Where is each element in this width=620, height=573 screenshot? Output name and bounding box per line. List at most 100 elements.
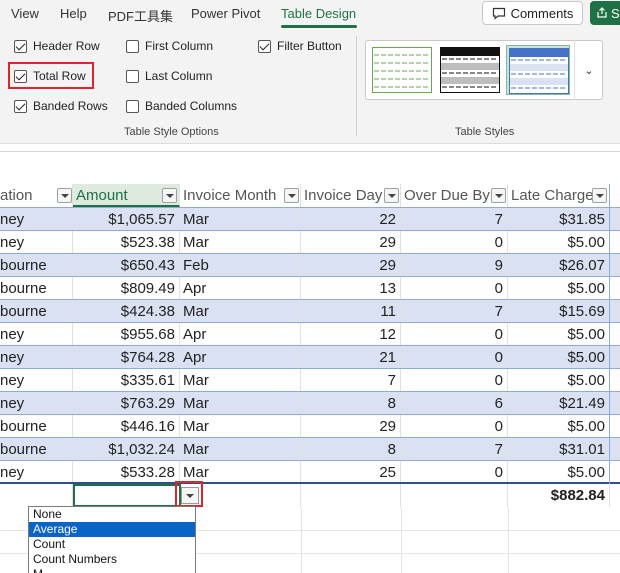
cell-invoice-day[interactable]: 22 bbox=[301, 208, 401, 231]
cell-late-charge[interactable]: $26.07 bbox=[508, 254, 610, 277]
banded-columns-checkbox[interactable] bbox=[126, 99, 139, 113]
cell-invoice-day[interactable]: 12 bbox=[301, 323, 401, 346]
cell-over-due-by[interactable]: 0 bbox=[401, 369, 508, 392]
tab-help[interactable]: Help bbox=[60, 6, 87, 21]
header-row-checkbox[interactable] bbox=[14, 39, 27, 53]
banded-rows-option[interactable]: Banded Rows bbox=[14, 99, 108, 113]
total-cell-day[interactable] bbox=[301, 484, 401, 507]
table-style-blue[interactable] bbox=[506, 45, 570, 95]
cell-location[interactable]: ney bbox=[0, 208, 73, 231]
cell-invoice-month[interactable]: Mar bbox=[180, 208, 301, 231]
cell-late-charge[interactable]: $5.00 bbox=[508, 415, 610, 438]
cell-invoice-day[interactable]: 29 bbox=[301, 415, 401, 438]
last-column-checkbox[interactable] bbox=[126, 69, 139, 83]
cell-over-due-by[interactable]: 0 bbox=[401, 346, 508, 369]
cell-invoice-month[interactable]: Apr bbox=[180, 277, 301, 300]
cell-late-charge[interactable]: $5.00 bbox=[508, 231, 610, 254]
cell-over-due-by[interactable]: 0 bbox=[401, 231, 508, 254]
option-count-numbers[interactable]: Count Numbers bbox=[29, 552, 195, 567]
cell-invoice-month[interactable]: Mar bbox=[180, 231, 301, 254]
cell-invoice-day[interactable]: 8 bbox=[301, 438, 401, 461]
total-cell-due[interactable] bbox=[401, 484, 508, 507]
cell-invoice-day[interactable]: 7 bbox=[301, 369, 401, 392]
filter-invoice-month-icon[interactable] bbox=[284, 188, 299, 203]
cell-amount[interactable]: $446.16 bbox=[73, 415, 180, 438]
cell-over-due-by[interactable]: 6 bbox=[401, 392, 508, 415]
gallery-more-button[interactable]: ⌄ bbox=[574, 40, 603, 100]
cell-over-due-by[interactable]: 0 bbox=[401, 323, 508, 346]
cell-amount[interactable]: $1,065.57 bbox=[73, 208, 180, 231]
cell-late-charge[interactable]: $5.00 bbox=[508, 461, 610, 484]
cell-location[interactable]: ney bbox=[0, 392, 73, 415]
cell-over-due-by[interactable]: 0 bbox=[401, 415, 508, 438]
tab-view[interactable]: View bbox=[11, 6, 39, 21]
cell-invoice-month[interactable]: Mar bbox=[180, 300, 301, 323]
cell-location[interactable]: ney bbox=[0, 369, 73, 392]
filter-location-icon[interactable] bbox=[57, 188, 72, 203]
cell-late-charge[interactable]: $5.00 bbox=[508, 369, 610, 392]
cell-amount[interactable]: $523.38 bbox=[73, 231, 180, 254]
cell-late-charge[interactable]: $5.00 bbox=[508, 277, 610, 300]
cell-location[interactable]: ney bbox=[0, 461, 73, 484]
cell-amount[interactable]: $1,032.24 bbox=[73, 438, 180, 461]
cell-amount[interactable]: $424.38 bbox=[73, 300, 180, 323]
table-style-green[interactable] bbox=[370, 45, 434, 95]
cell-over-due-by[interactable]: 7 bbox=[401, 300, 508, 323]
cell-location[interactable]: bourne bbox=[0, 438, 73, 461]
filter-button-checkbox[interactable] bbox=[258, 39, 271, 53]
filter-over-due-by-icon[interactable] bbox=[491, 188, 506, 203]
filter-late-charge-icon[interactable] bbox=[592, 188, 607, 203]
tab-table-design[interactable]: Table Design bbox=[281, 6, 356, 21]
filter-button-option[interactable]: Filter Button bbox=[258, 39, 342, 53]
header-invoice-month[interactable]: Invoice Month bbox=[180, 184, 301, 207]
cell-amount[interactable]: $955.68 bbox=[73, 323, 180, 346]
banded-columns-option[interactable]: Banded Columns bbox=[126, 99, 237, 113]
cell-amount[interactable]: $335.61 bbox=[73, 369, 180, 392]
cell-over-due-by[interactable]: 9 bbox=[401, 254, 508, 277]
table-style-black[interactable] bbox=[438, 45, 502, 95]
option-max[interactable]: M bbox=[29, 567, 195, 573]
cell-location[interactable]: bourne bbox=[0, 277, 73, 300]
tab-power-pivot[interactable]: Power Pivot bbox=[191, 6, 260, 21]
cell-amount[interactable]: $764.28 bbox=[73, 346, 180, 369]
banded-rows-checkbox[interactable] bbox=[14, 99, 27, 113]
cell-location[interactable]: ney bbox=[0, 346, 73, 369]
tab-pdf-tools[interactable]: PDF工具集 bbox=[108, 6, 173, 25]
option-count[interactable]: Count bbox=[29, 537, 195, 552]
cell-invoice-day[interactable]: 25 bbox=[301, 461, 401, 484]
cell-amount[interactable]: $763.29 bbox=[73, 392, 180, 415]
cell-invoice-month[interactable]: Apr bbox=[180, 346, 301, 369]
cell-over-due-by[interactable]: 7 bbox=[401, 208, 508, 231]
cell-over-due-by[interactable]: 0 bbox=[401, 461, 508, 484]
cell-invoice-day[interactable]: 29 bbox=[301, 231, 401, 254]
cell-over-due-by[interactable]: 7 bbox=[401, 438, 508, 461]
cell-amount[interactable]: $533.28 bbox=[73, 461, 180, 484]
last-column-option[interactable]: Last Column bbox=[126, 69, 212, 83]
total-cell-location[interactable] bbox=[0, 484, 73, 507]
cell-amount[interactable]: $809.49 bbox=[73, 277, 180, 300]
cell-invoice-day[interactable]: 13 bbox=[301, 277, 401, 300]
filter-amount-icon[interactable] bbox=[162, 188, 177, 203]
filter-invoice-day-icon[interactable] bbox=[384, 188, 399, 203]
cell-late-charge[interactable]: $5.00 bbox=[508, 346, 610, 369]
cell-invoice-day[interactable]: 11 bbox=[301, 300, 401, 323]
cell-location[interactable]: ney bbox=[0, 231, 73, 254]
option-none[interactable]: None bbox=[29, 507, 195, 522]
cell-late-charge[interactable]: $21.49 bbox=[508, 392, 610, 415]
cell-late-charge[interactable]: $5.00 bbox=[508, 323, 610, 346]
comments-button[interactable]: Comments bbox=[482, 1, 583, 25]
cell-invoice-month[interactable]: Mar bbox=[180, 415, 301, 438]
cell-late-charge[interactable]: $31.85 bbox=[508, 208, 610, 231]
option-average[interactable]: Average bbox=[29, 522, 195, 537]
first-column-option[interactable]: First Column bbox=[126, 39, 213, 53]
cell-location[interactable]: bourne bbox=[0, 254, 73, 277]
cell-location[interactable]: ney bbox=[0, 323, 73, 346]
cell-late-charge[interactable]: $15.69 bbox=[508, 300, 610, 323]
share-button[interactable]: S bbox=[590, 1, 620, 25]
cell-invoice-day[interactable]: 8 bbox=[301, 392, 401, 415]
cell-location[interactable]: bourne bbox=[0, 300, 73, 323]
cell-invoice-day[interactable]: 21 bbox=[301, 346, 401, 369]
total-late-charge[interactable]: $882.84 bbox=[508, 484, 610, 507]
cell-location[interactable]: bourne bbox=[0, 415, 73, 438]
cell-invoice-month[interactable]: Mar bbox=[180, 392, 301, 415]
